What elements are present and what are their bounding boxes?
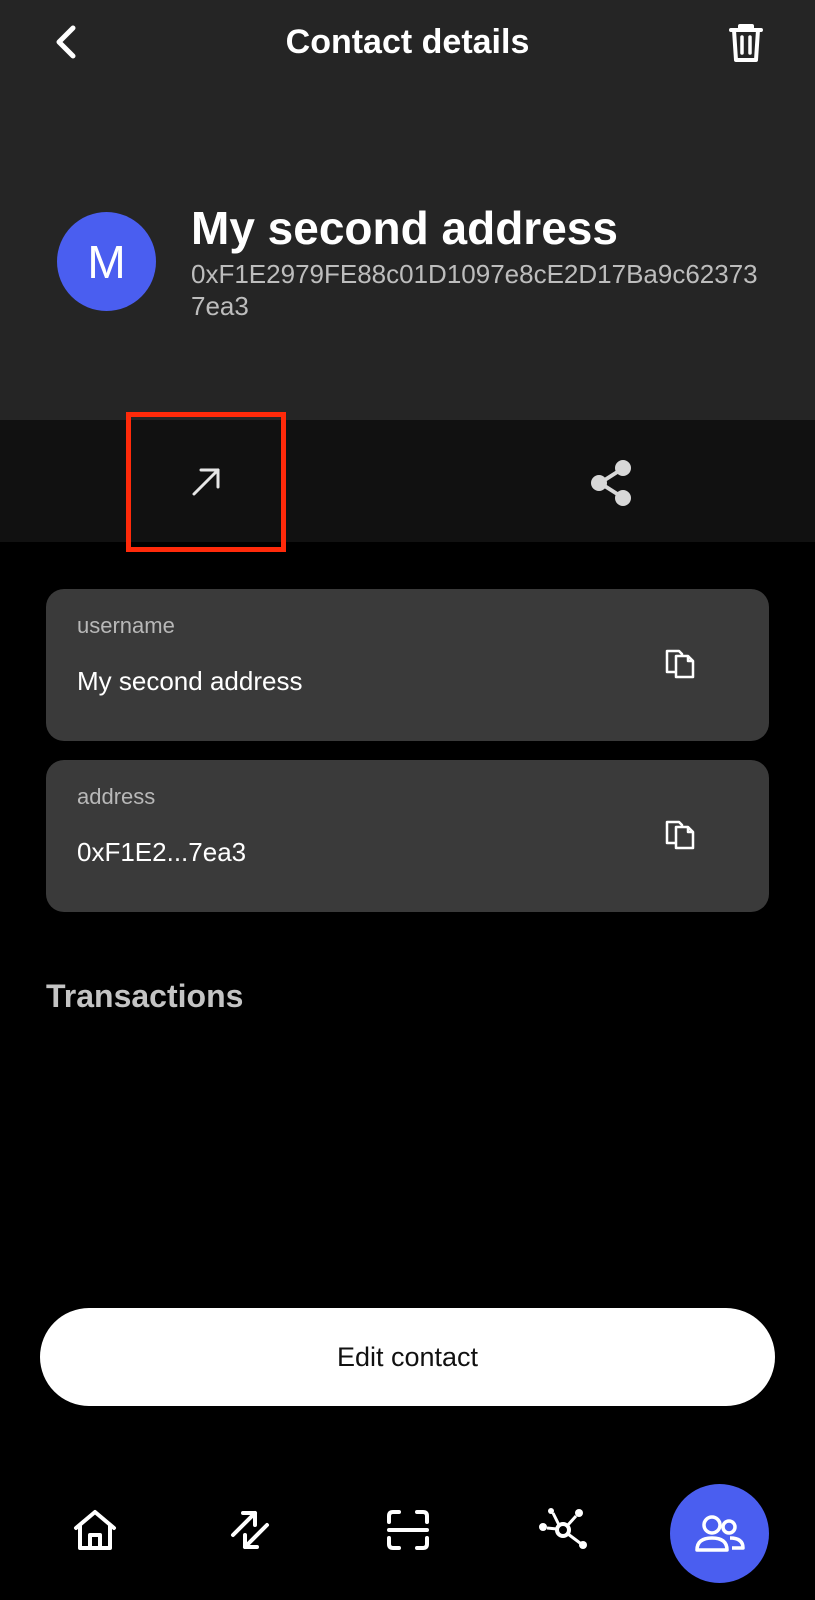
contact-full-address: 0xF1E2979FE88c01D1097e8cE2D17Ba9c623737e… (191, 259, 758, 321)
username-label: username (77, 613, 175, 638)
delete-contact-button[interactable] (722, 18, 770, 68)
home-icon (74, 1510, 116, 1550)
copy-username-button[interactable] (658, 641, 702, 685)
address-value: 0xF1E2...7ea3 (77, 837, 247, 867)
nav-home[interactable] (60, 1495, 130, 1565)
action-bar (0, 420, 815, 542)
nav-contacts[interactable] (670, 1484, 769, 1583)
page-title: Contact details (285, 23, 530, 61)
username-value: My second address (77, 666, 303, 696)
back-button[interactable] (44, 18, 88, 66)
arrow-up-right-icon (192, 468, 220, 496)
nav-network[interactable] (528, 1495, 598, 1565)
send-button[interactable] (126, 412, 286, 552)
nav-scan[interactable] (373, 1495, 443, 1565)
nav-swap[interactable] (215, 1495, 285, 1565)
copy-address-button[interactable] (658, 812, 702, 856)
avatar-initial: M (87, 235, 126, 288)
bottom-nav (0, 1470, 815, 1600)
header-panel: Contact details M My second address 0xF1… (0, 0, 815, 420)
swap-icon (231, 1511, 269, 1549)
address-card: address 0xF1E2...7ea3 (46, 760, 769, 912)
edit-contact-button[interactable]: Edit contact (40, 1308, 775, 1406)
copy-icon (665, 649, 695, 679)
contacts-icon (694, 1514, 745, 1552)
username-card: username My second address (46, 589, 769, 741)
network-icon (539, 1508, 587, 1549)
address-label: address (77, 784, 156, 809)
contact-name: My second address (191, 202, 618, 254)
chevron-left-icon (56, 25, 76, 59)
transactions-heading: Transactions (46, 978, 244, 1014)
scan-icon (387, 1510, 429, 1550)
share-button[interactable] (575, 452, 647, 514)
trash-icon (729, 24, 763, 62)
avatar: M (57, 212, 156, 311)
share-icon (591, 460, 631, 506)
copy-icon (665, 820, 695, 850)
